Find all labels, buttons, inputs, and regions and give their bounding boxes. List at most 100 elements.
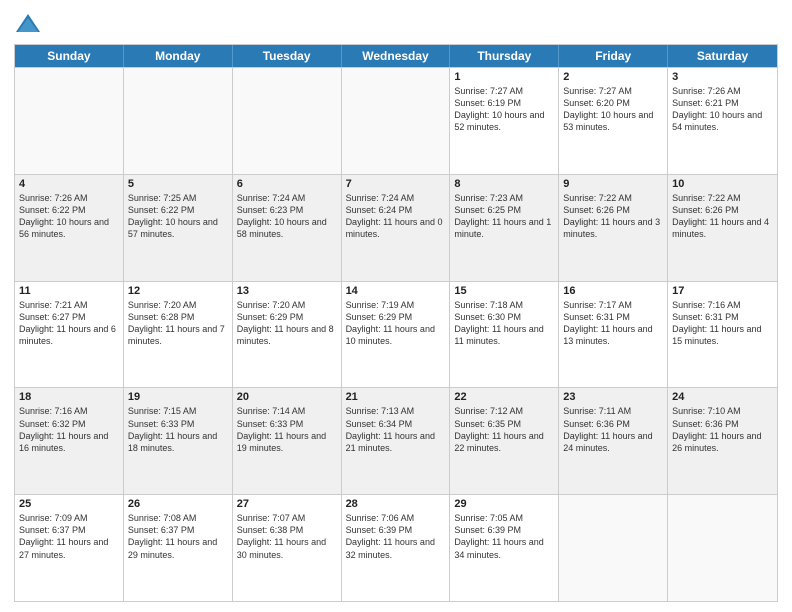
day-number: 8 xyxy=(454,178,554,190)
day-info: Sunrise: 7:07 AM Sunset: 6:38 PM Dayligh… xyxy=(237,512,337,561)
day-info: Sunrise: 7:17 AM Sunset: 6:31 PM Dayligh… xyxy=(563,299,663,348)
cal-cell-empty xyxy=(233,68,342,174)
day-info: Sunrise: 7:19 AM Sunset: 6:29 PM Dayligh… xyxy=(346,299,446,348)
cal-cell-17: 17 Sunrise: 7:16 AM Sunset: 6:31 PM Dayli… xyxy=(668,282,777,388)
cal-cell-empty xyxy=(124,68,233,174)
day-info: Sunrise: 7:27 AM Sunset: 6:19 PM Dayligh… xyxy=(454,85,554,134)
cal-cell-empty xyxy=(15,68,124,174)
day-number: 21 xyxy=(346,391,446,403)
cal-header-cell-sunday: Sunday xyxy=(15,45,124,67)
day-info: Sunrise: 7:08 AM Sunset: 6:37 PM Dayligh… xyxy=(128,512,228,561)
cal-cell-26: 26 Sunrise: 7:08 AM Sunset: 6:37 PM Dayli… xyxy=(124,495,233,601)
cal-cell-1: 1 Sunrise: 7:27 AM Sunset: 6:19 PM Daylig… xyxy=(450,68,559,174)
logo xyxy=(14,10,46,38)
day-number: 11 xyxy=(19,285,119,297)
day-number: 12 xyxy=(128,285,228,297)
cal-cell-6: 6 Sunrise: 7:24 AM Sunset: 6:23 PM Daylig… xyxy=(233,175,342,281)
cal-week-2: 4 Sunrise: 7:26 AM Sunset: 6:22 PM Daylig… xyxy=(15,174,777,281)
day-info: Sunrise: 7:22 AM Sunset: 6:26 PM Dayligh… xyxy=(672,192,773,241)
day-number: 18 xyxy=(19,391,119,403)
day-info: Sunrise: 7:13 AM Sunset: 6:34 PM Dayligh… xyxy=(346,405,446,454)
day-info: Sunrise: 7:18 AM Sunset: 6:30 PM Dayligh… xyxy=(454,299,554,348)
header xyxy=(14,10,778,38)
logo-icon xyxy=(14,10,42,38)
day-info: Sunrise: 7:27 AM Sunset: 6:20 PM Dayligh… xyxy=(563,85,663,134)
day-number: 22 xyxy=(454,391,554,403)
cal-cell-22: 22 Sunrise: 7:12 AM Sunset: 6:35 PM Dayli… xyxy=(450,388,559,494)
day-info: Sunrise: 7:26 AM Sunset: 6:22 PM Dayligh… xyxy=(19,192,119,241)
day-number: 10 xyxy=(672,178,773,190)
cal-cell-empty xyxy=(559,495,668,601)
cal-cell-5: 5 Sunrise: 7:25 AM Sunset: 6:22 PM Daylig… xyxy=(124,175,233,281)
cal-cell-15: 15 Sunrise: 7:18 AM Sunset: 6:30 PM Dayli… xyxy=(450,282,559,388)
day-number: 17 xyxy=(672,285,773,297)
day-info: Sunrise: 7:14 AM Sunset: 6:33 PM Dayligh… xyxy=(237,405,337,454)
cal-cell-3: 3 Sunrise: 7:26 AM Sunset: 6:21 PM Daylig… xyxy=(668,68,777,174)
day-info: Sunrise: 7:25 AM Sunset: 6:22 PM Dayligh… xyxy=(128,192,228,241)
cal-cell-24: 24 Sunrise: 7:10 AM Sunset: 6:36 PM Dayli… xyxy=(668,388,777,494)
day-number: 13 xyxy=(237,285,337,297)
cal-cell-12: 12 Sunrise: 7:20 AM Sunset: 6:28 PM Dayli… xyxy=(124,282,233,388)
cal-cell-empty xyxy=(342,68,451,174)
day-number: 19 xyxy=(128,391,228,403)
day-info: Sunrise: 7:24 AM Sunset: 6:23 PM Dayligh… xyxy=(237,192,337,241)
cal-week-3: 11 Sunrise: 7:21 AM Sunset: 6:27 PM Dayli… xyxy=(15,281,777,388)
day-number: 27 xyxy=(237,498,337,510)
calendar: SundayMondayTuesdayWednesdayThursdayFrid… xyxy=(14,44,778,602)
day-info: Sunrise: 7:16 AM Sunset: 6:31 PM Dayligh… xyxy=(672,299,773,348)
day-number: 5 xyxy=(128,178,228,190)
cal-week-4: 18Sunrise: 7:16 AM Sunset: 6:32 PM Dayli… xyxy=(15,387,777,494)
day-number: 9 xyxy=(563,178,663,190)
day-number: 2 xyxy=(563,71,663,83)
calendar-header-row: SundayMondayTuesdayWednesdayThursdayFrid… xyxy=(15,45,777,67)
cal-week-5: 25Sunrise: 7:09 AM Sunset: 6:37 PM Dayli… xyxy=(15,494,777,601)
day-info: Sunrise: 7:21 AM Sunset: 6:27 PM Dayligh… xyxy=(19,299,119,348)
cal-cell-14: 14Sunrise: 7:19 AM Sunset: 6:29 PM Dayli… xyxy=(342,282,451,388)
cal-cell-27: 27 Sunrise: 7:07 AM Sunset: 6:38 PM Dayli… xyxy=(233,495,342,601)
cal-cell-16: 16 Sunrise: 7:17 AM Sunset: 6:31 PM Dayli… xyxy=(559,282,668,388)
day-info: Sunrise: 7:05 AM Sunset: 6:39 PM Dayligh… xyxy=(454,512,554,561)
cal-header-cell-tuesday: Tuesday xyxy=(233,45,342,67)
cal-header-cell-monday: Monday xyxy=(124,45,233,67)
day-info: Sunrise: 7:10 AM Sunset: 6:36 PM Dayligh… xyxy=(672,405,773,454)
cal-cell-20: 20 Sunrise: 7:14 AM Sunset: 6:33 PM Dayli… xyxy=(233,388,342,494)
day-number: 24 xyxy=(672,391,773,403)
day-number: 26 xyxy=(128,498,228,510)
day-info: Sunrise: 7:26 AM Sunset: 6:21 PM Dayligh… xyxy=(672,85,773,134)
cal-cell-8: 8 Sunrise: 7:23 AM Sunset: 6:25 PM Daylig… xyxy=(450,175,559,281)
day-info: Sunrise: 7:12 AM Sunset: 6:35 PM Dayligh… xyxy=(454,405,554,454)
day-info: Sunrise: 7:20 AM Sunset: 6:28 PM Dayligh… xyxy=(128,299,228,348)
cal-cell-9: 9Sunrise: 7:22 AM Sunset: 6:26 PM Daylig… xyxy=(559,175,668,281)
cal-header-cell-saturday: Saturday xyxy=(668,45,777,67)
day-info: Sunrise: 7:11 AM Sunset: 6:36 PM Dayligh… xyxy=(563,405,663,454)
day-number: 16 xyxy=(563,285,663,297)
day-number: 28 xyxy=(346,498,446,510)
cal-header-cell-friday: Friday xyxy=(559,45,668,67)
day-info: Sunrise: 7:09 AM Sunset: 6:37 PM Dayligh… xyxy=(19,512,119,561)
page: SundayMondayTuesdayWednesdayThursdayFrid… xyxy=(0,0,792,612)
day-number: 29 xyxy=(454,498,554,510)
cal-week-1: 1 Sunrise: 7:27 AM Sunset: 6:19 PM Daylig… xyxy=(15,67,777,174)
day-number: 15 xyxy=(454,285,554,297)
day-number: 6 xyxy=(237,178,337,190)
day-number: 20 xyxy=(237,391,337,403)
day-info: Sunrise: 7:20 AM Sunset: 6:29 PM Dayligh… xyxy=(237,299,337,348)
day-number: 3 xyxy=(672,71,773,83)
cal-cell-11: 11 Sunrise: 7:21 AM Sunset: 6:27 PM Dayli… xyxy=(15,282,124,388)
day-info: Sunrise: 7:06 AM Sunset: 6:39 PM Dayligh… xyxy=(346,512,446,561)
cal-cell-7: 7Sunrise: 7:24 AM Sunset: 6:24 PM Daylig… xyxy=(342,175,451,281)
cal-cell-13: 13 Sunrise: 7:20 AM Sunset: 6:29 PM Dayli… xyxy=(233,282,342,388)
calendar-body: 1 Sunrise: 7:27 AM Sunset: 6:19 PM Daylig… xyxy=(15,67,777,601)
day-info: Sunrise: 7:23 AM Sunset: 6:25 PM Dayligh… xyxy=(454,192,554,241)
cal-cell-10: 10 Sunrise: 7:22 AM Sunset: 6:26 PM Dayli… xyxy=(668,175,777,281)
day-number: 1 xyxy=(454,71,554,83)
day-number: 4 xyxy=(19,178,119,190)
cal-cell-2: 2 Sunrise: 7:27 AM Sunset: 6:20 PM Daylig… xyxy=(559,68,668,174)
cal-cell-29: 29 Sunrise: 7:05 AM Sunset: 6:39 PM Dayli… xyxy=(450,495,559,601)
cal-cell-21: 21 Sunrise: 7:13 AM Sunset: 6:34 PM Dayli… xyxy=(342,388,451,494)
cal-header-cell-thursday: Thursday xyxy=(450,45,559,67)
cal-cell-28: 28 Sunrise: 7:06 AM Sunset: 6:39 PM Dayli… xyxy=(342,495,451,601)
day-info: Sunrise: 7:15 AM Sunset: 6:33 PM Dayligh… xyxy=(128,405,228,454)
day-info: Sunrise: 7:24 AM Sunset: 6:24 PM Dayligh… xyxy=(346,192,446,241)
cal-cell-19: 19 Sunrise: 7:15 AM Sunset: 6:33 PM Dayli… xyxy=(124,388,233,494)
